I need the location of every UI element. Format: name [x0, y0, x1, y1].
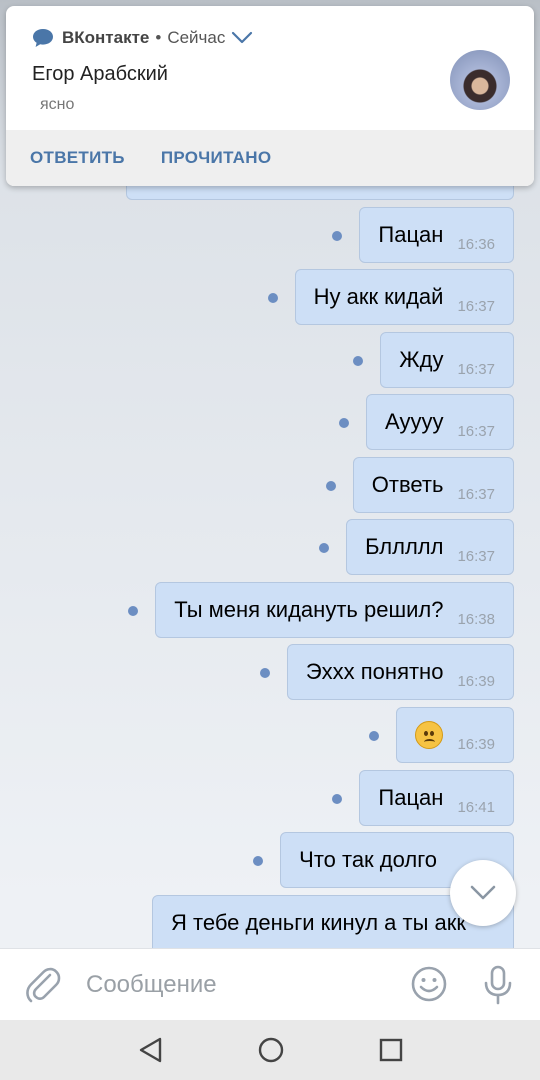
message-bubble[interactable]: Ауууу 16:37 — [339, 394, 514, 450]
unread-dot — [353, 356, 364, 366]
unread-dot — [332, 231, 343, 241]
message-text: Ауууу — [385, 409, 444, 434]
microphone-icon[interactable] — [482, 965, 514, 1005]
message-text: Эххх понятно — [305, 659, 444, 684]
scroll-to-bottom-button[interactable] — [450, 860, 516, 926]
avatar — [450, 50, 510, 110]
message-time: 16:37 — [457, 485, 495, 503]
message-time: 16:39 — [457, 672, 495, 690]
unread-dot — [253, 856, 264, 866]
unread-dot — [369, 731, 380, 741]
message-bubble[interactable]: Ты меня кидануть решил? 16:38 — [128, 582, 514, 638]
message-bubble[interactable]: Бллллл 16:37 — [319, 519, 514, 575]
message-text: Пацан — [378, 222, 444, 247]
message-bubble[interactable]: Пацан 16:41 — [332, 770, 514, 826]
chat-bubble-icon — [33, 29, 53, 47]
unread-dot — [325, 481, 336, 491]
expand-chevron-icon[interactable] — [231, 31, 253, 45]
system-navigation-bar — [0, 1020, 540, 1080]
message-bubble[interactable]: Пацан 16:36 — [332, 207, 514, 263]
message-input[interactable]: Сообщение — [86, 971, 217, 999]
frowning-face-emoji-icon — [415, 721, 444, 749]
unread-dot — [332, 794, 343, 804]
home-icon[interactable] — [256, 1035, 286, 1065]
message-time: 16:41 — [457, 798, 495, 816]
message-text: Ответь — [371, 472, 444, 497]
unread-dot — [128, 606, 139, 616]
message-text: Что так долго — [299, 847, 437, 872]
message-composer: Сообщение — [0, 948, 540, 1020]
message-time: 16:38 — [457, 610, 495, 628]
message-time: 16:37 — [457, 360, 495, 378]
reply-button[interactable]: ОТВЕТИТЬ — [30, 148, 125, 168]
app-name: ВКонтакте — [62, 28, 150, 47]
notification-header: ВКонтакте • Сейчас — [32, 28, 253, 48]
notification-sender: Егор Арабский — [32, 63, 168, 85]
message-time: 16:39 — [457, 735, 495, 753]
recents-icon[interactable] — [376, 1035, 406, 1065]
unread-dot — [339, 418, 350, 428]
message-time: 16:37 — [457, 297, 495, 315]
chevron-down-icon — [470, 885, 496, 900]
message-time: 16:37 — [457, 547, 495, 565]
message-text: Я тебе деньги кинул а ты акк — [171, 910, 466, 935]
notification-actions: ОТВЕТИТЬ ПРОЧИТАНО — [6, 130, 534, 186]
message-text: Пацан — [378, 785, 444, 810]
back-icon[interactable] — [136, 1035, 166, 1065]
unread-dot — [319, 543, 330, 553]
message-time: 16:36 — [457, 235, 495, 253]
message-bubble[interactable]: Эххх понятно 16:39 — [259, 644, 514, 700]
attach-icon[interactable] — [24, 965, 62, 1005]
message-text: Жду — [399, 347, 444, 372]
notification-message: ясно — [40, 96, 75, 113]
notification-time: Сейчас — [167, 28, 226, 47]
push-notification[interactable]: ВКонтакте • Сейчас Егор Арабский ясно ОТ… — [6, 6, 534, 186]
message-bubble[interactable]: Ответь 16:37 — [325, 457, 514, 513]
message-text: Бллллл — [365, 534, 444, 559]
message-time: 16:37 — [457, 422, 495, 440]
message-text: Ну акк кидай — [313, 284, 444, 309]
message-bubble[interactable]: 16:39 — [369, 707, 514, 763]
message-bubble[interactable]: Жду 16:37 — [353, 332, 514, 388]
mark-read-button[interactable]: ПРОЧИТАНО — [161, 148, 272, 168]
message-bubble[interactable]: Ну акк кидай 16:37 — [267, 269, 514, 325]
unread-dot — [259, 668, 270, 678]
message-text: Ты меня кидануть решил? — [174, 597, 444, 622]
separator: • — [155, 28, 162, 47]
unread-dot — [267, 293, 278, 303]
emoji-icon[interactable] — [410, 965, 448, 1003]
